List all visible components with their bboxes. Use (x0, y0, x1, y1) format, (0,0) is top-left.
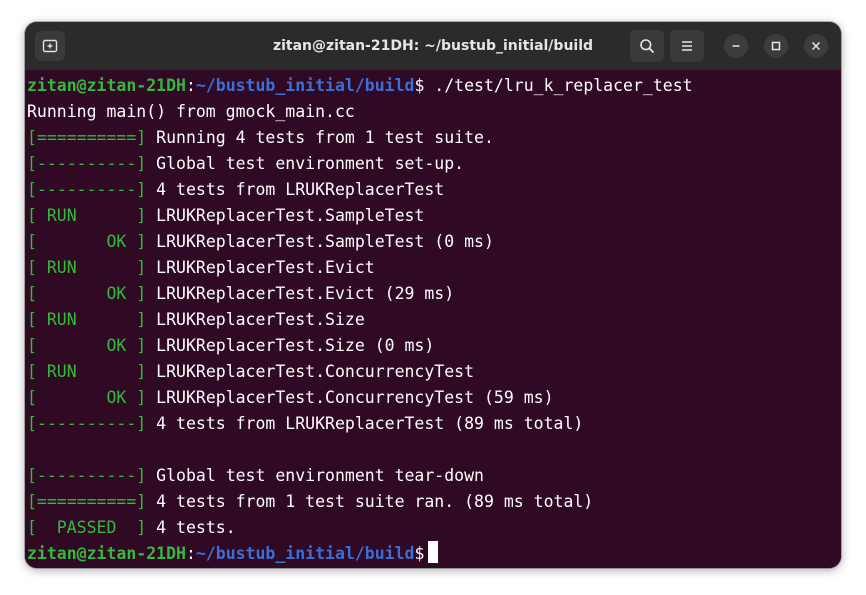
test-tag: [==========] (27, 128, 147, 147)
test-tag: [----------] (27, 180, 147, 199)
prompt-user-host: zitan@zitan-21DH (27, 544, 186, 563)
output-line: Running main() from gmock_main.cc (27, 102, 355, 121)
text-cursor (428, 541, 439, 563)
test-message: LRUKReplacerTest.Size (0 ms) (146, 336, 435, 355)
output-line: [ RUN ] LRUKReplacerTest.Evict (27, 255, 375, 281)
test-message: 4 tests. (146, 518, 236, 537)
prompt-line: zitan@zitan-21DH:~/bustub_initial/build$… (27, 73, 693, 99)
test-message: LRUKReplacerTest.Evict (29 ms) (146, 284, 455, 303)
prompt-colon: : (185, 544, 196, 563)
output-line: [ OK ] LRUKReplacerTest.Evict (29 ms) (27, 281, 454, 307)
test-message: 4 tests from 1 test suite ran. (89 ms to… (146, 492, 594, 511)
test-message: Running 4 tests from 1 test suite. (146, 128, 494, 147)
test-tag: [ OK ] (27, 232, 147, 251)
output-line: [----------] 4 tests from LRUKReplacerTe… (27, 177, 444, 203)
test-tag: [ RUN ] (27, 206, 147, 225)
test-message: LRUKReplacerTest.ConcurrencyTest (146, 362, 475, 381)
output-line: [ RUN ] LRUKReplacerTest.Size (27, 307, 365, 333)
output-line: [ OK ] LRUKReplacerTest.ConcurrencyTest … (27, 385, 554, 411)
test-tag: [----------] (27, 466, 147, 485)
terminal-output[interactable]: zitan@zitan-21DH:~/bustub_initial/build$… (25, 70, 841, 568)
maximize-icon (771, 41, 781, 51)
menu-button[interactable] (670, 30, 704, 62)
test-tag: [ OK ] (27, 284, 147, 303)
test-message: LRUKReplacerTest.SampleTest (0 ms) (146, 232, 494, 251)
output-line: [----------] Global test environment set… (27, 151, 464, 177)
test-message: Global test environment tear-down (146, 466, 484, 485)
minimize-icon (732, 45, 740, 47)
title-bar: zitan@zitan-21DH: ~/bustub_initial/build (25, 22, 841, 70)
prompt-path: ~/bustub_initial/build (195, 544, 415, 563)
minimize-button[interactable] (724, 34, 748, 58)
prompt-user-host: zitan@zitan-21DH (27, 76, 186, 95)
terminal-window: zitan@zitan-21DH: ~/bustub_initial/build (25, 22, 841, 568)
output-line: [ PASSED ] 4 tests. (27, 515, 236, 541)
output-line: [ OK ] LRUKReplacerTest.SampleTest (0 ms… (27, 229, 494, 255)
output-line: [==========] Running 4 tests from 1 test… (27, 125, 494, 151)
test-tag: [==========] (27, 492, 147, 511)
test-message: LRUKReplacerTest.ConcurrencyTest (59 ms) (146, 388, 554, 407)
output-line: [ RUN ] LRUKReplacerTest.ConcurrencyTest (27, 359, 474, 385)
test-tag: [----------] (27, 154, 147, 173)
test-message: LRUKReplacerTest.Evict (146, 258, 375, 277)
test-message: LRUKReplacerTest.Size (146, 310, 365, 329)
prompt-line: zitan@zitan-21DH:~/bustub_initial/build$ (27, 541, 439, 567)
test-message: Global test environment set-up. (146, 154, 465, 173)
test-tag: [ OK ] (27, 336, 147, 355)
test-message: 4 tests from LRUKReplacerTest (89 ms tot… (146, 414, 584, 433)
output-line: [ RUN ] LRUKReplacerTest.SampleTest (27, 203, 424, 229)
search-button[interactable] (630, 30, 664, 62)
close-icon (811, 41, 821, 51)
prompt-path: ~/bustub_initial/build (195, 76, 415, 95)
test-message: LRUKReplacerTest.SampleTest (146, 206, 425, 225)
prompt-dollar: $ (414, 76, 425, 95)
test-tag: [ RUN ] (27, 258, 147, 277)
prompt-dollar: $ (414, 544, 425, 563)
command-text: ./test/lru_k_replacer_test (424, 76, 693, 95)
test-tag: [ OK ] (27, 388, 147, 407)
test-tag: [ PASSED ] (27, 518, 147, 537)
window-title: zitan@zitan-21DH: ~/bustub_initial/build (272, 38, 594, 54)
prompt-colon: : (185, 76, 196, 95)
test-tag: [ RUN ] (27, 310, 147, 329)
test-tag: [ RUN ] (27, 362, 147, 381)
output-line: [ OK ] LRUKReplacerTest.Size (0 ms) (27, 333, 434, 359)
search-icon (640, 39, 654, 53)
test-message: 4 tests from LRUKReplacerTest (146, 180, 445, 199)
output-line: [----------] Global test environment tea… (27, 463, 484, 489)
test-tag: [----------] (27, 414, 147, 433)
maximize-button[interactable] (764, 34, 788, 58)
output-line: [----------] 4 tests from LRUKReplacerTe… (27, 411, 583, 437)
output-line: [==========] 4 tests from 1 test suite r… (27, 489, 593, 515)
close-button[interactable] (804, 34, 828, 58)
hamburger-menu-icon (682, 41, 692, 51)
